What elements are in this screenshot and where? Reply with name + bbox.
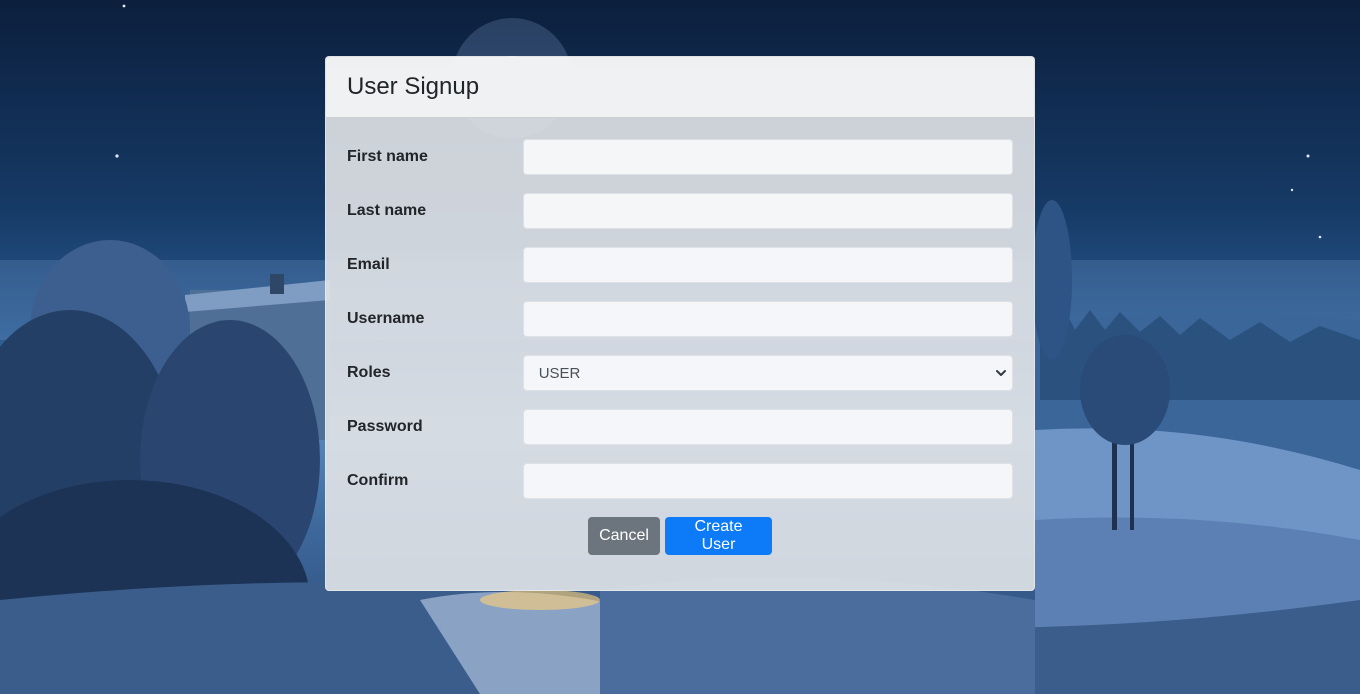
email-input[interactable]	[522, 247, 1013, 283]
email-row: Email	[347, 247, 1013, 283]
username-label: Username	[347, 310, 425, 327]
confirm-password-input[interactable]	[522, 463, 1013, 499]
chevron-down-icon	[995, 367, 1007, 379]
confirm-row: Confirm	[347, 463, 1013, 499]
form-actions: Cancel Create User	[347, 517, 1013, 555]
signup-card: User Signup First name Last name Email U…	[325, 56, 1035, 591]
confirm-label: Confirm	[347, 472, 409, 489]
roles-select[interactable]: USER	[522, 355, 1013, 391]
first-name-row: First name	[347, 139, 1013, 175]
page-title: User Signup	[347, 73, 480, 100]
cancel-button[interactable]: Cancel	[588, 517, 660, 555]
card-header: User Signup	[326, 57, 1034, 118]
roles-selected-value: USER	[538, 364, 581, 382]
last-name-label: Last name	[347, 202, 427, 219]
create-user-button[interactable]: Create User	[665, 517, 772, 555]
first-name-label: First name	[347, 148, 428, 165]
email-label: Email	[347, 256, 390, 273]
roles-row: Roles USER	[347, 355, 1013, 391]
username-row: Username	[347, 301, 1013, 337]
password-row: Password	[347, 409, 1013, 445]
first-name-input[interactable]	[522, 139, 1013, 175]
last-name-input[interactable]	[522, 193, 1013, 229]
password-input[interactable]	[522, 409, 1013, 445]
roles-label: Roles	[347, 364, 391, 381]
password-label: Password	[347, 418, 423, 435]
last-name-row: Last name	[347, 193, 1013, 229]
signup-form: First name Last name Email Username Role…	[326, 118, 1034, 555]
username-input[interactable]	[522, 301, 1013, 337]
